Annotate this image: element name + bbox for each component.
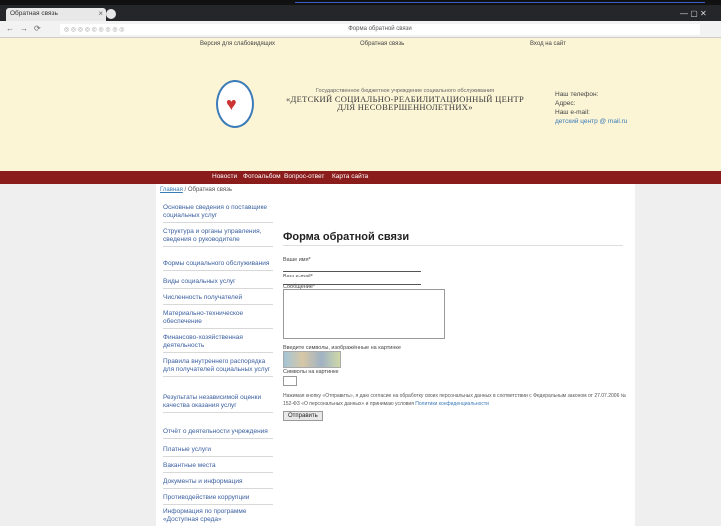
sidebar-item[interactable]: Виды социальных услуг xyxy=(163,278,273,289)
org-line-3: ДЛЯ НЕСОВЕРШЕННОЛЕТНИХ» xyxy=(337,102,473,112)
sidebar-item[interactable]: Документы и информация xyxy=(163,478,273,489)
contact-info: Наш телефон: Адрес: Наш e-mail: детский … xyxy=(555,90,627,126)
consent-text: Нажимая кнопку «Отправить», я даю соглас… xyxy=(283,392,628,408)
tab-title: Обратная связь xyxy=(10,10,58,17)
accessibility-link[interactable]: Версия для слабовидящих xyxy=(200,41,275,47)
heart-icon: ♥ xyxy=(226,94,237,114)
sidebar-item[interactable]: Отчёт о деятельности учреждения xyxy=(163,428,273,439)
nav-item-photo[interactable]: Фотоальбом xyxy=(243,173,281,180)
consent-policy-link[interactable]: Политики конфиденциальности xyxy=(415,401,489,407)
sidebar-item[interactable]: Вакантные места xyxy=(163,462,273,473)
contact-email-link[interactable]: детский центр @ mail.ru xyxy=(555,117,627,126)
captcha-input[interactable] xyxy=(283,376,297,386)
name-field[interactable] xyxy=(283,264,421,272)
breadcrumb-home[interactable]: Главная xyxy=(160,187,183,193)
sidebar-item[interactable]: Формы социального обслуживания xyxy=(163,260,273,271)
login-link[interactable]: Вход на сайт xyxy=(530,41,566,47)
sidebar-item[interactable]: Материально-техническое обеспечение xyxy=(163,310,273,329)
site-header: Версия для слабовидящих Обратная связь В… xyxy=(0,38,721,171)
name-label: Ваше имя* xyxy=(283,257,311,263)
top-links: Версия для слабовидящих Обратная связь В… xyxy=(0,40,721,52)
comment-textarea[interactable] xyxy=(283,289,445,339)
breadcrumb: Главная / Обратная связь xyxy=(160,187,232,193)
site-logo[interactable]: ♥ xyxy=(216,80,254,128)
sidebar-item[interactable]: Противодействие коррупции xyxy=(163,494,273,505)
contact-phone: Наш телефон: xyxy=(555,91,599,98)
new-tab-button[interactable] xyxy=(106,9,116,19)
reload-icon[interactable]: ⟳ xyxy=(34,24,41,33)
nav-item-sitemap[interactable]: Карта сайта xyxy=(332,173,368,180)
back-icon[interactable]: ← xyxy=(6,24,14,33)
feedback-link[interactable]: Обратная связь xyxy=(360,41,404,47)
nav-item-news[interactable]: Новости xyxy=(212,173,237,180)
window-controls-icon[interactable]: — ▢ ✕ xyxy=(680,9,707,18)
breadcrumb-current: / Обратная связь xyxy=(184,187,233,193)
sidebar-item[interactable]: Численность получателей xyxy=(163,294,273,305)
submit-button[interactable]: Отправить xyxy=(283,411,323,421)
sidebar-item[interactable]: Результаты независимой оценки качества о… xyxy=(163,394,273,413)
sidebar-item[interactable]: Основные сведения о поставщике социальны… xyxy=(163,204,273,223)
address-bar: ← → ⟳ ◎ ◎ ◎ ◎ ◎ ◎ ◎ ◎ ◎ Форма обратной с… xyxy=(0,21,721,38)
page-title: Форма обратной связи xyxy=(283,231,410,243)
tab-close-icon[interactable]: × xyxy=(98,9,103,18)
captcha-image xyxy=(283,351,341,368)
main-nav: Новости Фотоальбом Вопрос-ответ Карта са… xyxy=(0,171,721,184)
browser-tab-strip: Обратная связь × — ▢ ✕ xyxy=(0,5,721,21)
url-field[interactable]: ◎ ◎ ◎ ◎ ◎ ◎ ◎ ◎ ◎ Форма обратной связи xyxy=(60,24,700,35)
captcha-hint: Символы на картинке xyxy=(283,369,339,375)
contact-email-label: Наш e-mail: xyxy=(555,109,590,116)
forward-icon[interactable]: → xyxy=(20,24,28,33)
browser-tab[interactable]: Обратная связь × xyxy=(6,8,106,21)
nav-item-qa[interactable]: Вопрос-ответ xyxy=(284,173,324,180)
title-divider xyxy=(283,245,623,246)
sidebar-item[interactable]: Платные услуги xyxy=(163,446,273,457)
top-underline xyxy=(295,0,705,3)
sidebar-item[interactable]: Структура и органы управления, сведения … xyxy=(163,228,273,247)
organization-name: Государственное бюджетное учреждение соц… xyxy=(285,87,525,111)
contact-address: Адрес: xyxy=(555,100,576,107)
page-title-bar: Форма обратной связи xyxy=(348,26,412,32)
sidebar-item[interactable]: Финансово-хозяйственная деятельность xyxy=(163,334,273,353)
sidebar-item[interactable]: Правила внутреннего распорядка для получ… xyxy=(163,358,273,377)
sidebar-item[interactable]: Информация по программе «Доступная среда… xyxy=(163,508,273,526)
